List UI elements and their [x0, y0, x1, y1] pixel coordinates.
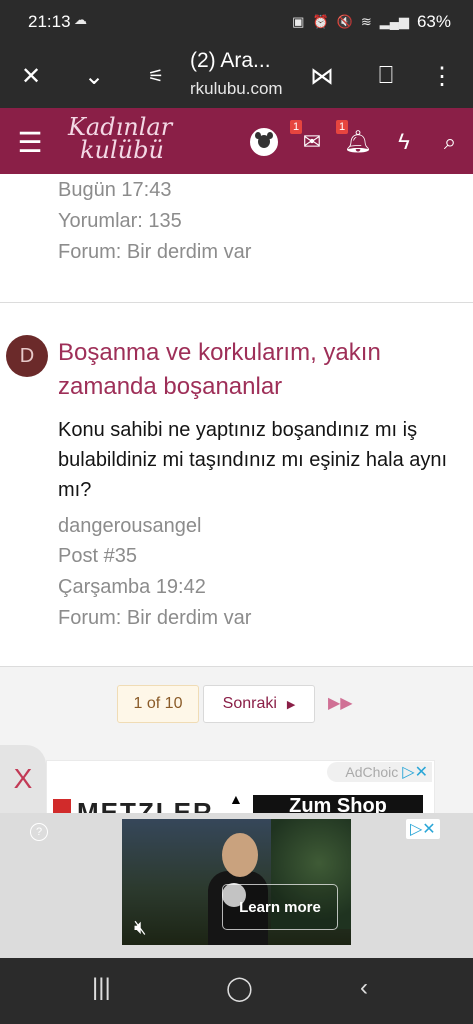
mute-icon: 🔇 [336, 14, 353, 29]
adchoices-badge[interactable]: AdChoic ▷✕ [327, 762, 432, 782]
mute-icon[interactable]: 🔇︎ [134, 917, 147, 940]
avatar-image [248, 126, 280, 158]
result-forum[interactable]: Forum: Bir derdim var [58, 607, 251, 630]
share-icon[interactable]: ⋈ [306, 60, 338, 92]
site-header: ☰ Kadınlar kulübü ✉ 1 🔔︎ 1 ϟ ⌕ [0, 108, 473, 174]
recent-apps-icon[interactable]: ||| [92, 974, 111, 1002]
result-date: Çarşamba 19:42 [58, 576, 206, 598]
close-ad-button[interactable]: X [0, 745, 46, 813]
ad-video[interactable]: 🔇︎ Learn more [122, 819, 351, 945]
wifi-icon: ≋ [360, 14, 372, 29]
back-icon[interactable]: ‹ [360, 974, 368, 1002]
status-time: 21:13 [28, 12, 71, 31]
logo-line2: kulübü [80, 136, 164, 164]
status-bar: 21:13 ☁ ▣ ⏰ 🔇 ≋ ▂▄▆ 63% [0, 0, 473, 44]
caret-right-icon: ▶ [286, 698, 296, 711]
signal-icon: ▂▄▆ [379, 14, 409, 29]
tab-title: (2) Ara... [190, 49, 271, 72]
banner-ad[interactable]: AdChoic ▷✕ METZLER ▲ Zum Shop [46, 760, 435, 815]
lock-icon: ▣ [292, 14, 305, 29]
lightning-icon[interactable]: ϟ [388, 126, 420, 158]
alerts-icon[interactable]: 🔔︎ 1 [336, 120, 374, 158]
page-indicator[interactable]: 1 of 10 [117, 685, 199, 723]
result-author[interactable]: dangerousangel [58, 515, 201, 538]
help-icon[interactable]: ? [30, 823, 48, 841]
adchoices-label: AdChoic [345, 764, 399, 780]
video-ad: ? 🔇︎ Learn more ▷✕ [0, 813, 473, 958]
triangle-icon: ▲ [229, 791, 243, 807]
battery-percent: 63% [416, 12, 451, 31]
result-title-link[interactable]: Boşanma ve korkularım, yakın zamanda boş… [58, 336, 458, 404]
messages-badge: 1 [290, 120, 303, 134]
site-settings-icon[interactable]: ⚟ [140, 60, 172, 92]
system-nav-bar: ||| ◯ ‹ [0, 958, 473, 1024]
adchoices-icon: ▷✕ [402, 764, 428, 781]
next-page-label: Sonraki [222, 695, 277, 712]
tab-url[interactable]: rkulubu.com [190, 79, 283, 99]
next-page-button[interactable]: Sonraki ▶ [203, 685, 315, 723]
browser-toolbar: ✕ ⌄ ⚟ (2) Ara... rkulubu.com ⋈ ⎕ ⋮ [0, 44, 473, 108]
prev-result-date: Bugün 17:43 [58, 179, 172, 201]
ad-cta-button[interactable]: Zum Shop [253, 795, 423, 814]
last-page-icon[interactable]: ▶▶ [328, 693, 353, 713]
result-post-number: Post #35 [58, 545, 137, 567]
menu-icon[interactable]: ☰ [14, 126, 46, 158]
adchoices-icon[interactable]: ▷✕ [406, 819, 440, 839]
chevron-down-icon[interactable]: ⌄ [78, 60, 110, 92]
search-icon[interactable]: ⌕ [434, 126, 466, 158]
user-avatar[interactable] [248, 126, 280, 158]
result-snippet: Konu sahibi ne yaptınız boşandınız mı iş… [58, 419, 448, 501]
messages-icon[interactable]: ✉ 1 [290, 120, 328, 158]
bookmark-icon[interactable]: ⎕ [370, 60, 402, 92]
home-icon[interactable]: ◯ [226, 974, 253, 1003]
more-vert-icon[interactable]: ⋮ [426, 60, 458, 92]
learn-more-button[interactable]: Learn more [222, 884, 338, 930]
video-face [222, 833, 258, 877]
prev-result-comments: Yorumlar: 135 [58, 210, 182, 232]
close-icon[interactable]: ✕ [15, 60, 47, 92]
author-avatar[interactable]: D [6, 335, 48, 377]
cloud-icon: ☁ [74, 12, 87, 27]
alerts-badge: 1 [336, 120, 349, 134]
prev-result-forum[interactable]: Forum: Bir derdim var [58, 241, 251, 264]
site-logo[interactable]: Kadınlar kulübü [68, 115, 172, 164]
alarm-icon: ⏰ [312, 14, 329, 29]
divider [0, 302, 473, 303]
